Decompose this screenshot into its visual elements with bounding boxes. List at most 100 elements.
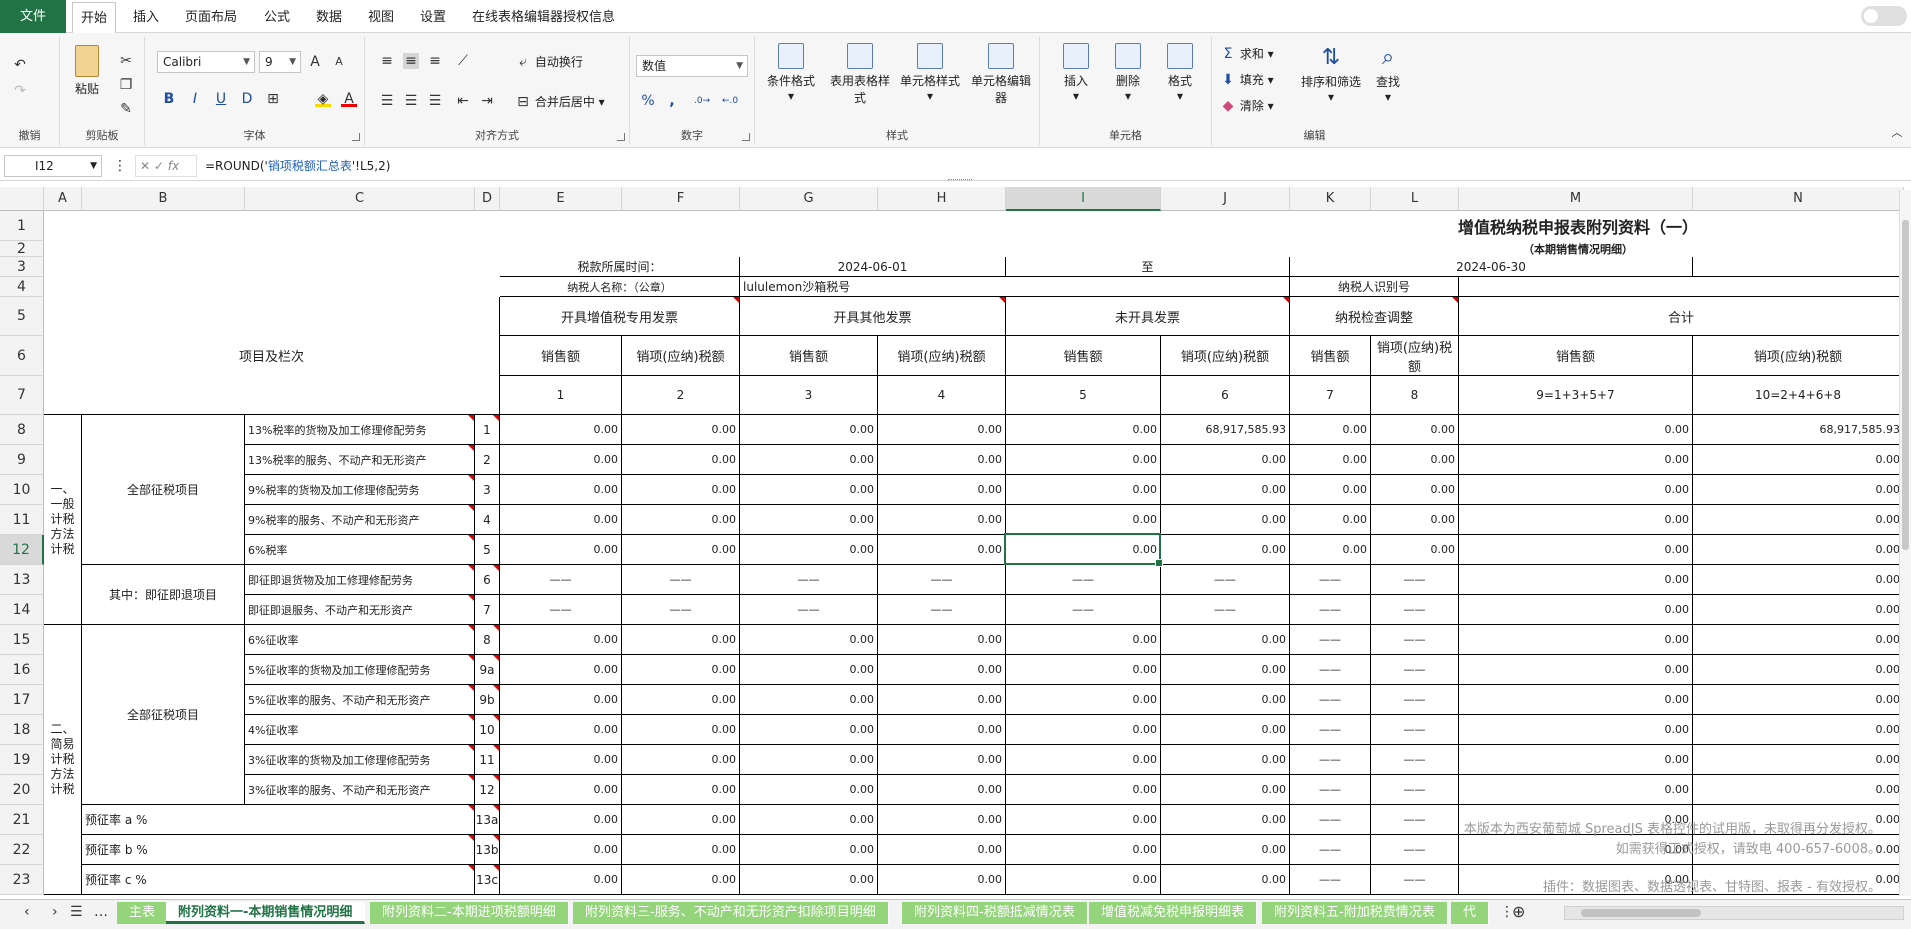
value-cell[interactable]: 0.00	[500, 715, 622, 745]
paste-button[interactable]: 粘贴	[70, 45, 104, 97]
bold-button[interactable]: B	[161, 91, 177, 107]
value-cell[interactable]: 0.00	[878, 475, 1006, 505]
value-cell[interactable]: 0.00	[1161, 865, 1290, 895]
cell[interactable]	[44, 257, 82, 277]
row-header[interactable]: 18	[0, 715, 44, 745]
taxpayer-label[interactable]: 纳税人名称：（公章）	[500, 277, 740, 297]
value-cell[interactable]: 0.00	[500, 865, 622, 895]
cell-editor-button[interactable]: 单元格编辑器	[969, 43, 1033, 106]
value-cell[interactable]: 0.00	[1693, 685, 1904, 715]
row-header[interactable]: 17	[0, 685, 44, 715]
value-cell[interactable]: 0.00	[740, 745, 878, 775]
section-general[interactable]: 一、一般计税方法计税	[44, 415, 82, 625]
row-header[interactable]: 3	[0, 257, 44, 277]
column-header[interactable]: M	[1459, 187, 1693, 211]
value-cell[interactable]: ——	[878, 595, 1006, 625]
line-item[interactable]: 6%征收率	[245, 625, 475, 655]
value-cell[interactable]: 0.00	[1161, 745, 1290, 775]
value-cell[interactable]: 0.00	[878, 655, 1006, 685]
decrease-font-icon[interactable]: A	[331, 54, 347, 70]
value-cell[interactable]: 0.00	[878, 805, 1006, 835]
value-cell[interactable]: 0.00	[1459, 685, 1693, 715]
header-sales[interactable]: 销售额	[1290, 336, 1371, 376]
value-cell[interactable]: 0.00	[622, 415, 740, 445]
value-cell[interactable]: 0.00	[500, 415, 622, 445]
value-cell[interactable]: 0.00	[1161, 445, 1290, 475]
column-header[interactable]: B	[82, 187, 245, 211]
tab-schedule-2[interactable]: 附列资料二-本期进项税额明细	[370, 902, 569, 924]
header-no-invoice[interactable]: 未开具发票	[1006, 297, 1290, 336]
value-cell[interactable]: ——	[1371, 655, 1459, 685]
value-cell[interactable]: 0.00	[740, 535, 878, 565]
menu-license[interactable]: 在线表格编辑器授权信息	[472, 0, 615, 33]
value-cell[interactable]: 0.00	[1006, 745, 1161, 775]
cell[interactable]	[1693, 257, 1904, 277]
column-header[interactable]: E	[500, 187, 622, 211]
section-general-immediate[interactable]: 其中：即征即退项目	[82, 565, 245, 625]
alignment-dialog-launcher[interactable]	[617, 133, 625, 141]
line-number[interactable]: 13a	[475, 805, 500, 835]
value-cell[interactable]: ——	[1006, 595, 1161, 625]
find-button[interactable]: ⌕ 查找 ▾	[1368, 43, 1408, 104]
value-cell[interactable]: ——	[1290, 805, 1371, 835]
row-header[interactable]: 20	[0, 775, 44, 805]
underline-button[interactable]: U	[213, 91, 229, 107]
delete-cells-button[interactable]: 删除 ▾	[1106, 43, 1150, 103]
decrease-indent-icon[interactable]: ⇤	[455, 93, 471, 109]
value-cell[interactable]: 0.00	[1693, 445, 1904, 475]
value-cell[interactable]: 0.00	[622, 475, 740, 505]
taxpayer-id-value[interactable]	[1459, 277, 1904, 297]
report-subtitle[interactable]: （本期销售情况明细）	[475, 241, 1904, 257]
fill-button[interactable]: ⬇ 填充 ▾	[1220, 71, 1274, 88]
value-cell[interactable]: 0.00	[740, 835, 878, 865]
align-bottom-icon[interactable]: ≡	[427, 53, 443, 69]
header-tax[interactable]: 销项(应纳)税额	[1371, 336, 1459, 376]
orientation-icon[interactable]: ⟋	[455, 53, 471, 69]
value-cell[interactable]: ——	[1161, 565, 1290, 595]
menu-formula[interactable]: 公式	[264, 0, 290, 33]
align-center-icon[interactable]: ☰	[403, 93, 419, 109]
value-cell[interactable]: 0.00	[500, 655, 622, 685]
value-cell[interactable]: 0.00	[1371, 475, 1459, 505]
file-menu[interactable]: 文件	[0, 0, 66, 33]
value-cell[interactable]: 0.00	[1161, 715, 1290, 745]
value-cell[interactable]: 0.00	[1161, 475, 1290, 505]
row-header[interactable]: 22	[0, 835, 44, 865]
report-title[interactable]: 增值税纳税申报表附列资料（一）	[475, 211, 1904, 241]
value-cell[interactable]: 0.00	[1459, 595, 1693, 625]
value-cell[interactable]: 0.00	[1006, 805, 1161, 835]
value-cell[interactable]: ——	[1290, 565, 1371, 595]
ribbon-toggle[interactable]	[1861, 6, 1907, 26]
tab-schedule-1[interactable]: 附列资料一-本期销售情况明细	[166, 902, 366, 924]
value-cell[interactable]: 0.00	[1290, 505, 1371, 535]
column-number[interactable]: 4	[878, 376, 1006, 415]
value-cell[interactable]: 0.00	[1006, 505, 1161, 535]
value-cell[interactable]: 0.00	[740, 415, 878, 445]
value-cell[interactable]: 0.00	[622, 625, 740, 655]
line-number[interactable]: 2	[475, 445, 500, 475]
value-cell[interactable]: 0.00	[1006, 715, 1161, 745]
row-header[interactable]: 5	[0, 297, 44, 336]
value-cell[interactable]: 0.00	[1006, 835, 1161, 865]
value-cell[interactable]: 0.00	[740, 655, 878, 685]
italic-button[interactable]: I	[187, 91, 203, 107]
value-cell[interactable]: ——	[1290, 715, 1371, 745]
value-cell[interactable]: 0.00	[878, 775, 1006, 805]
value-cell[interactable]: ——	[1290, 625, 1371, 655]
value-cell[interactable]: 0.00	[1290, 445, 1371, 475]
value-cell[interactable]: ——	[1290, 595, 1371, 625]
value-cell[interactable]: ——	[1290, 655, 1371, 685]
value-cell[interactable]: ——	[878, 565, 1006, 595]
value-cell[interactable]: 0.00	[622, 535, 740, 565]
font-color-icon[interactable]: A	[341, 91, 357, 107]
menu-view[interactable]: 视图	[368, 0, 394, 33]
conditional-format-button[interactable]: 条件格式 ▾	[761, 43, 821, 103]
horizontal-scrollbar[interactable]	[1564, 906, 1904, 920]
fx-icon[interactable]: fx	[168, 159, 179, 173]
value-cell[interactable]: 0.00	[1006, 445, 1161, 475]
number-format-select[interactable]: 数值 ▼	[636, 55, 748, 77]
line-item[interactable]: 4%征收率	[245, 715, 475, 745]
value-cell[interactable]: 0.00	[1693, 745, 1904, 775]
value-cell[interactable]: ——	[500, 595, 622, 625]
column-header[interactable]: F	[622, 187, 740, 211]
